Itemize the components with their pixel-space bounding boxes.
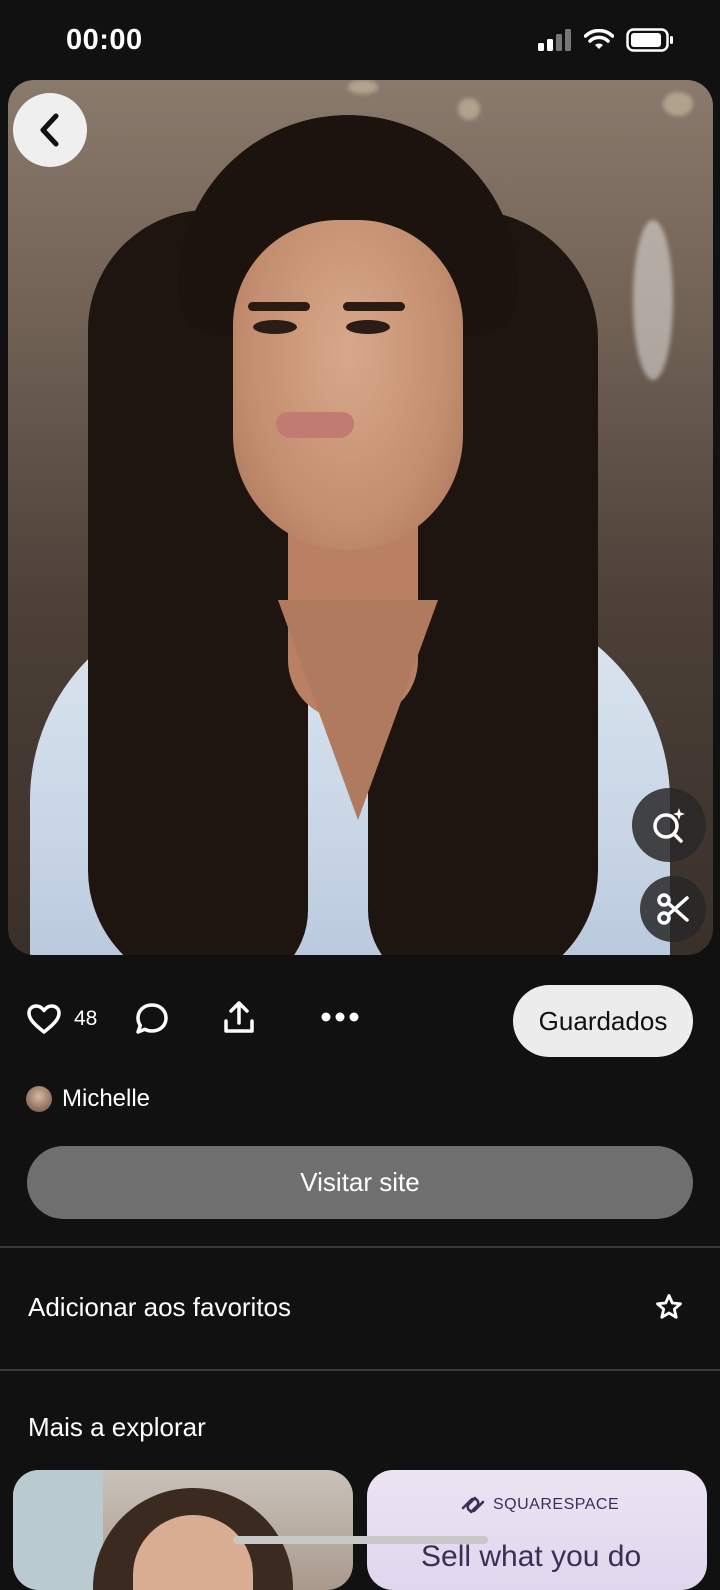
pin-image[interactable] bbox=[8, 80, 713, 955]
ad-brand: SQUARESPACE bbox=[459, 1494, 619, 1516]
cutout-button[interactable] bbox=[640, 876, 706, 942]
action-row: 48 Guardados bbox=[0, 985, 720, 1057]
visual-search-button[interactable] bbox=[632, 788, 706, 862]
scissors-icon bbox=[657, 893, 689, 925]
more-to-explore-title: Mais a explorar bbox=[28, 1412, 206, 1442]
divider bbox=[0, 1246, 720, 1248]
squarespace-logo-icon bbox=[461, 1496, 485, 1514]
visit-site-button[interactable]: Visitar site bbox=[27, 1146, 693, 1219]
home-indicator[interactable] bbox=[233, 1536, 488, 1544]
add-to-favorites-label: Adicionar aos favoritos bbox=[28, 1292, 292, 1322]
lens-sparkle-icon bbox=[653, 808, 685, 843]
ad-headline: Sell what you do bbox=[421, 1540, 642, 1573]
add-to-favorites-row[interactable]: Adicionar aos favoritos bbox=[0, 1250, 720, 1368]
chevron-left-icon bbox=[40, 113, 59, 147]
heart-icon[interactable] bbox=[26, 1003, 62, 1035]
divider bbox=[0, 1369, 720, 1371]
avatar[interactable] bbox=[26, 1086, 52, 1112]
share-icon[interactable] bbox=[221, 999, 257, 1037]
star-icon[interactable] bbox=[655, 1293, 683, 1321]
explore-card-image[interactable] bbox=[13, 1470, 353, 1590]
status-bar: 00:00 bbox=[0, 0, 720, 80]
likes-count: 48 bbox=[74, 1007, 98, 1030]
ad-brand-name: SQUARESPACE bbox=[493, 1496, 620, 1513]
comment-icon[interactable] bbox=[134, 1001, 170, 1037]
saved-button[interactable]: Guardados bbox=[513, 985, 693, 1057]
pin-author[interactable]: Michelle bbox=[26, 1085, 150, 1113]
status-time: 00:00 bbox=[66, 24, 143, 56]
signal-icon bbox=[538, 29, 571, 51]
status-icons bbox=[538, 28, 674, 52]
more-options-icon[interactable] bbox=[320, 1011, 360, 1023]
author-name[interactable]: Michelle bbox=[62, 1085, 150, 1113]
back-button[interactable] bbox=[13, 93, 87, 167]
explore-card-ad[interactable]: SQUARESPACE Sell what you do bbox=[367, 1470, 707, 1590]
battery-icon bbox=[626, 28, 673, 52]
wifi-icon bbox=[584, 29, 614, 49]
